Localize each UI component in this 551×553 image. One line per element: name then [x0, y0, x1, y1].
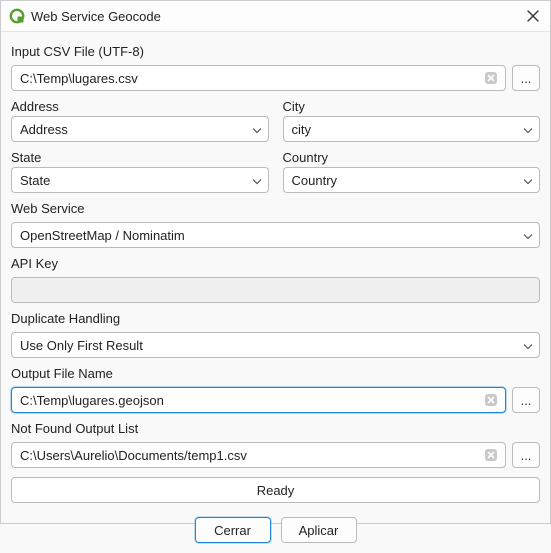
dialog-body: Input CSV File (UTF-8) C:\Temp\lugares.c… [1, 32, 550, 509]
state-label: State [11, 150, 269, 165]
chevron-down-icon [523, 173, 533, 188]
clear-icon[interactable] [483, 392, 499, 408]
window-title: Web Service Geocode [31, 9, 524, 24]
chevron-down-icon [523, 338, 533, 353]
status-bar: Ready [11, 477, 540, 503]
apply-button[interactable]: Aplicar [281, 517, 357, 543]
chevron-down-icon [252, 173, 262, 188]
chevron-down-icon [523, 122, 533, 137]
country-label: Country [283, 150, 541, 165]
close-button-label: Cerrar [214, 523, 251, 538]
ellipsis-label: ... [521, 448, 532, 463]
city-value: city [292, 122, 312, 137]
state-value: State [20, 173, 50, 188]
dialog-footer: Cerrar Aplicar [1, 509, 550, 553]
city-label: City [283, 99, 541, 114]
notfound-value: C:\Users\Aurelio\Documents/temp1.csv [20, 448, 247, 463]
webservice-value: OpenStreetMap / Nominatim [20, 228, 185, 243]
browse-input-csv-button[interactable]: ... [512, 65, 540, 91]
address-label: Address [11, 99, 269, 114]
browse-notfound-button[interactable]: ... [512, 442, 540, 468]
titlebar: Web Service Geocode [1, 1, 550, 32]
clear-icon[interactable] [483, 447, 499, 463]
input-csv-label: Input CSV File (UTF-8) [11, 44, 540, 59]
dialog: Web Service Geocode Input CSV File (UTF-… [0, 0, 551, 524]
notfound-field[interactable]: C:\Users\Aurelio\Documents/temp1.csv [11, 442, 506, 468]
address-value: Address [20, 122, 68, 137]
ellipsis-label: ... [521, 393, 532, 408]
apikey-field[interactable] [11, 277, 540, 303]
country-select[interactable]: Country [283, 167, 541, 193]
notfound-label: Not Found Output List [11, 421, 540, 436]
duplicate-label: Duplicate Handling [11, 311, 540, 326]
status-text: Ready [257, 483, 295, 498]
apply-button-label: Aplicar [299, 523, 339, 538]
city-select[interactable]: city [283, 116, 541, 142]
webservice-select[interactable]: OpenStreetMap / Nominatim [11, 222, 540, 248]
webservice-label: Web Service [11, 201, 540, 216]
browse-output-button[interactable]: ... [512, 387, 540, 413]
chevron-down-icon [252, 122, 262, 137]
input-csv-field[interactable]: C:\Temp\lugares.csv [11, 65, 506, 91]
output-value: C:\Temp\lugares.geojson [20, 393, 164, 408]
state-select[interactable]: State [11, 167, 269, 193]
chevron-down-icon [523, 228, 533, 243]
apikey-label: API Key [11, 256, 540, 271]
country-value: Country [292, 173, 338, 188]
address-select[interactable]: Address [11, 116, 269, 142]
output-field[interactable]: C:\Temp\lugares.geojson [11, 387, 506, 413]
duplicate-select[interactable]: Use Only First Result [11, 332, 540, 358]
clear-icon[interactable] [483, 70, 499, 86]
duplicate-value: Use Only First Result [20, 338, 143, 353]
close-icon[interactable] [524, 7, 542, 25]
ellipsis-label: ... [521, 71, 532, 86]
output-label: Output File Name [11, 366, 540, 381]
input-csv-value: C:\Temp\lugares.csv [20, 71, 138, 86]
qgis-icon [9, 8, 25, 24]
close-button[interactable]: Cerrar [195, 517, 271, 543]
